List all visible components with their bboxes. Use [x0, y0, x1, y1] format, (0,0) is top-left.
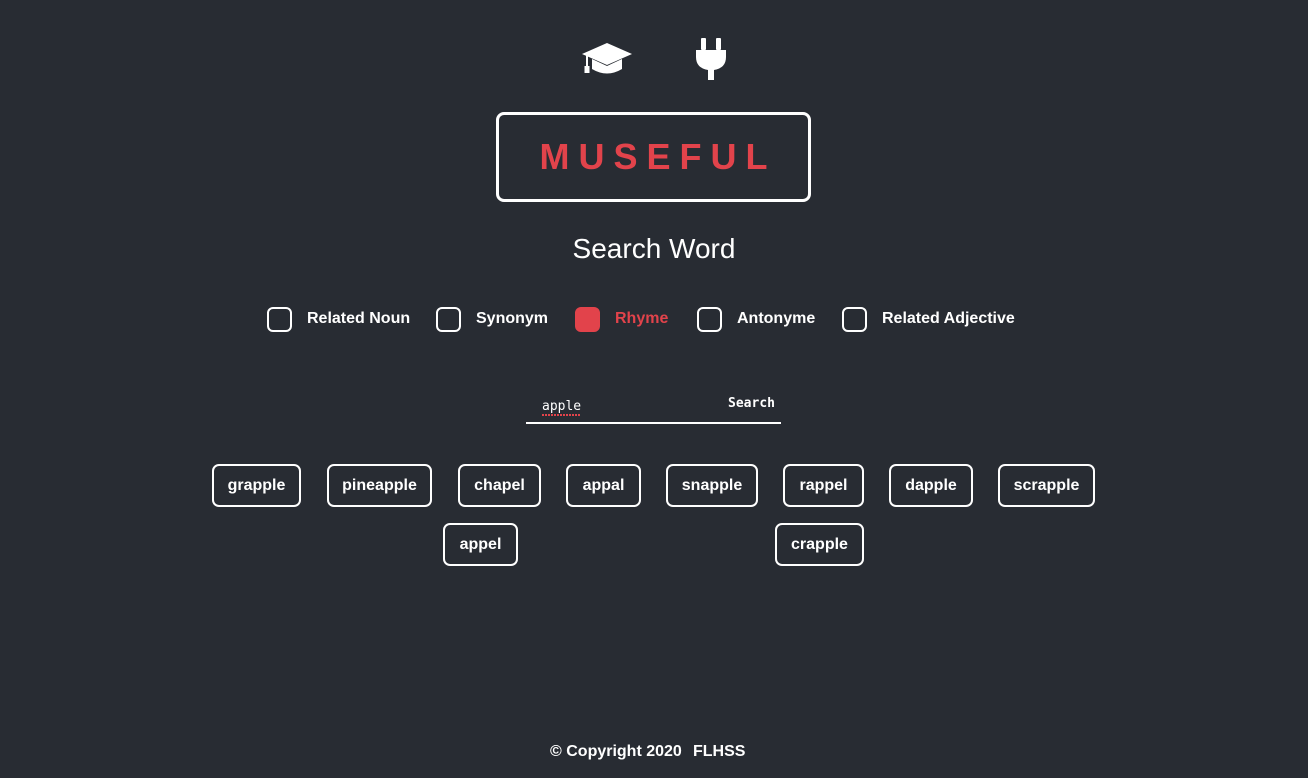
logo[interactable]: MUSEFUL — [496, 112, 811, 202]
result-word[interactable]: rappel — [783, 464, 864, 507]
result-word[interactable]: crapple — [775, 523, 864, 566]
header-icons — [0, 38, 1308, 82]
result-word[interactable]: dapple — [889, 464, 973, 507]
logo-text: MUSEFUL — [539, 136, 777, 177]
footer-link[interactable]: FLHSS — [693, 743, 745, 761]
option-label: Antonyme — [737, 310, 816, 327]
option-synonym[interactable]: Synonym — [436, 306, 548, 332]
option-label: Synonym — [476, 310, 549, 327]
option-related-adjective[interactable]: Related Adjective — [842, 306, 1015, 332]
result-word[interactable]: appel — [443, 523, 518, 566]
page-title: Search Word — [572, 233, 736, 264]
result-word[interactable]: appal — [566, 464, 641, 507]
search-button[interactable]: Search — [728, 396, 775, 411]
plug-icon[interactable] — [694, 38, 728, 80]
result-word[interactable]: scrapple — [998, 464, 1095, 507]
option-label: Rhyme — [615, 310, 669, 327]
checkbox[interactable] — [436, 306, 461, 332]
option-related-noun[interactable]: Related Noun — [267, 306, 410, 332]
checkbox[interactable] — [697, 306, 722, 332]
search-type-options: Related Noun Synonym Rhyme Antonyme Rela… — [0, 306, 1308, 332]
checkbox[interactable] — [267, 306, 292, 332]
checkbox[interactable] — [575, 306, 600, 332]
graduation-cap-icon[interactable] — [582, 38, 632, 74]
option-label: Related Noun — [307, 310, 411, 327]
spellcheck-underline — [542, 414, 581, 416]
option-label: Related Adjective — [882, 310, 1015, 327]
result-word[interactable]: pineapple — [327, 464, 432, 507]
result-word[interactable]: grapple — [212, 464, 301, 507]
result-word[interactable]: snapple — [666, 464, 758, 507]
result-word[interactable]: chapel — [458, 464, 541, 507]
search-bar: Search — [526, 392, 781, 424]
copyright-text: © Copyright 2020 — [550, 743, 682, 760]
footer: © Copyright 2020 FLHSS — [0, 743, 1308, 763]
option-antonyme[interactable]: Antonyme — [697, 306, 815, 332]
option-rhyme[interactable]: Rhyme — [575, 306, 668, 332]
checkbox[interactable] — [842, 306, 867, 332]
search-input[interactable] — [542, 396, 702, 416]
